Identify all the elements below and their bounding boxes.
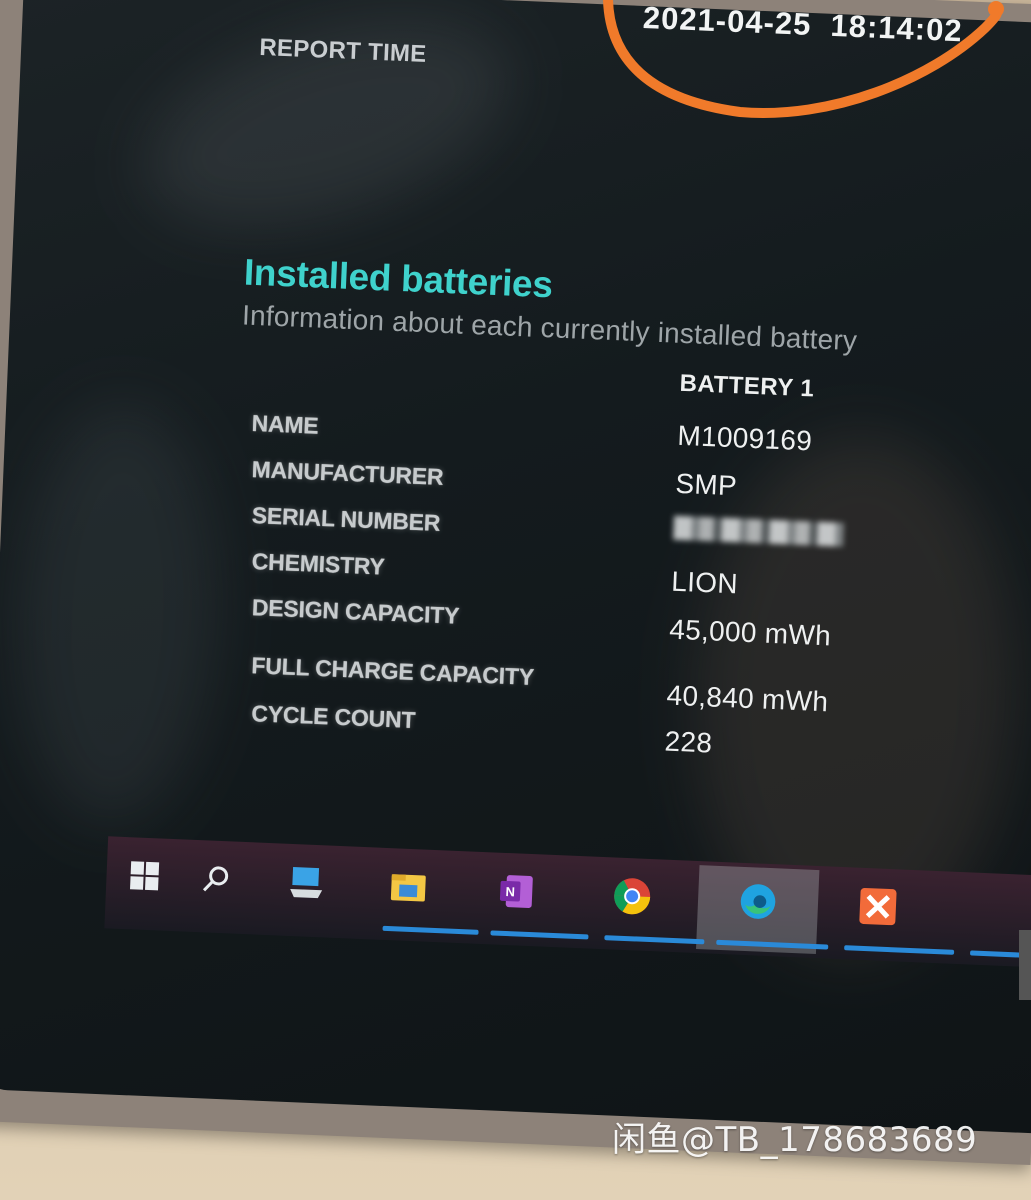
row-value-cycle-count: 228 (664, 725, 713, 759)
row-label-name: NAME (251, 409, 320, 439)
taskbar-running-indicator (490, 930, 589, 940)
row-value-name: M1009169 (676, 419, 813, 457)
file-explorer-icon[interactable] (388, 866, 430, 908)
battery-column-header: BATTERY 1 (679, 369, 815, 403)
watermark: 闲鱼@TB_178683689 (612, 1120, 978, 1160)
row-label-design-capacity: DESIGN CAPACITY (251, 594, 460, 629)
search-icon[interactable] (196, 858, 238, 900)
svg-text:N: N (505, 884, 515, 899)
windows-start-icon[interactable] (124, 855, 166, 897)
xmind-icon[interactable] (857, 886, 899, 928)
onenote-icon[interactable]: N (495, 871, 537, 913)
row-label-full-charge-capacity: FULL CHARGE CAPACITY (250, 652, 535, 690)
row-value-chemistry: LION (670, 565, 739, 600)
computer-icon[interactable] (286, 862, 328, 904)
taskbar-running-indicator (382, 925, 479, 935)
photo-scene: REPORT TIME 2021-04-25 18:14:02 Installe… (0, 0, 1031, 1200)
row-label-chemistry: CHEMISTRY (251, 548, 386, 580)
taskbar-running-indicator (604, 935, 705, 945)
report-time-label: REPORT TIME (258, 33, 428, 68)
row-value-manufacturer: SMP (674, 467, 738, 502)
row-label-manufacturer: MANUFACTURER (251, 455, 444, 490)
chrome-icon[interactable] (611, 875, 653, 917)
section-title: Installed batteries (243, 251, 554, 306)
laptop-screen: REPORT TIME 2021-04-25 18:14:02 Installe… (0, 0, 1031, 1135)
row-value-design-capacity: 45,000 mWh (668, 613, 832, 652)
row-value-full-charge-capacity: 40,840 mWh (665, 679, 829, 718)
section-subtitle: Information about each currently install… (241, 299, 858, 357)
battery-report: REPORT TIME 2021-04-25 18:14:02 Installe… (0, 0, 1031, 1134)
edge-icon[interactable] (737, 881, 779, 923)
taskbar-running-indicator (844, 945, 955, 955)
serial-number-redacted (673, 515, 844, 547)
row-label-serial-number: SERIAL NUMBER (251, 502, 441, 536)
row-label-cycle-count: CYCLE COUNT (250, 700, 416, 734)
adjacent-object (1019, 930, 1031, 1000)
